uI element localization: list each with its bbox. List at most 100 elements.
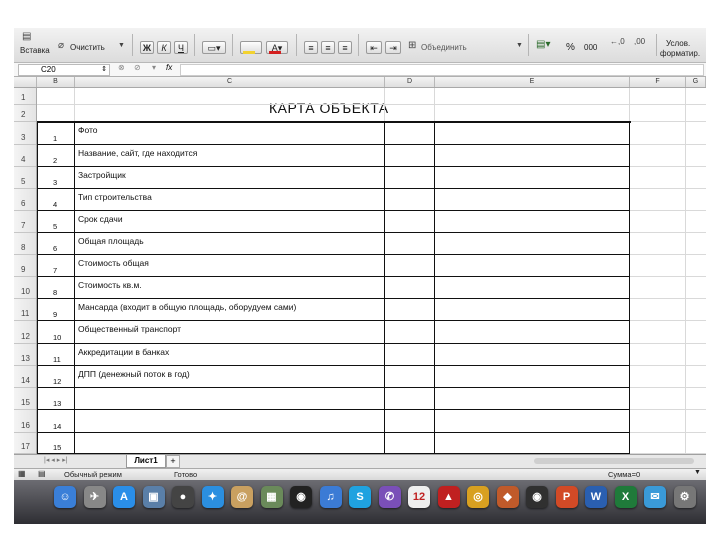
chrome-icon[interactable]: ◎ — [467, 486, 489, 508]
row-header[interactable]: 10 — [14, 277, 36, 299]
borders-button[interactable]: ▭▾ — [202, 41, 226, 54]
page-layout-icon[interactable]: ▤ — [38, 469, 46, 478]
row-header[interactable]: 16 — [14, 410, 36, 433]
indent-increase-button[interactable]: ⇥ — [385, 41, 401, 54]
flashlight-icon[interactable]: ▲ — [437, 486, 460, 508]
row-header[interactable]: 5 — [14, 167, 36, 189]
decrease-decimal-icon[interactable]: ,00 — [634, 36, 645, 48]
align-right-button[interactable]: ≡ — [338, 41, 352, 54]
powerpoint-icon[interactable]: P — [555, 486, 578, 508]
item-label-cell[interactable]: Общая площадь — [78, 236, 144, 246]
eraser-icon[interactable]: ⌀ — [58, 40, 64, 52]
item-number-cell[interactable]: 15 — [53, 443, 61, 452]
align-left-button[interactable]: ≡ — [304, 41, 318, 54]
calendar-icon[interactable]: 12 — [408, 486, 430, 508]
merge-button[interactable]: Объединить — [421, 43, 467, 52]
preview-icon[interactable]: ▣ — [142, 486, 165, 508]
item-label-cell[interactable]: Стоимость кв.м. — [78, 280, 142, 290]
item-number-cell[interactable]: 1 — [53, 134, 57, 143]
itunes-icon[interactable]: ♫ — [319, 486, 342, 508]
item-number-cell[interactable]: 14 — [53, 422, 61, 431]
bold-button[interactable]: Ж — [140, 41, 154, 54]
row-header[interactable]: 11 — [14, 299, 36, 321]
item-number-cell[interactable]: 11 — [53, 355, 61, 364]
row-header[interactable]: 17 — [14, 433, 36, 454]
row-header[interactable]: 4 — [14, 145, 36, 167]
fx-button[interactable]: fx — [166, 63, 172, 72]
facetime-icon[interactable]: ● — [172, 486, 194, 508]
row-header[interactable]: 1 — [14, 88, 36, 105]
appstore-icon[interactable]: A — [113, 486, 135, 508]
skype-icon[interactable]: S — [349, 486, 371, 508]
item-number-cell[interactable]: 7 — [53, 266, 57, 275]
column-header[interactable]: C — [75, 77, 385, 87]
normal-view-icon[interactable]: ▦ — [18, 469, 26, 478]
conditional-format-label-1[interactable]: Услов. — [666, 39, 690, 48]
row-header[interactable]: 14 — [14, 366, 36, 388]
row-header[interactable]: 12 — [14, 321, 36, 344]
paste-icon[interactable]: ▤ — [22, 31, 31, 43]
row-header[interactable]: 7 — [14, 211, 36, 233]
item-label-cell[interactable]: ДПП (денежный поток в год) — [78, 369, 190, 379]
item-label-cell[interactable]: Срок сдачи — [78, 214, 123, 224]
row-header[interactable]: 8 — [14, 233, 36, 255]
item-number-cell[interactable]: 12 — [53, 377, 61, 386]
horizontal-scrollbar[interactable] — [534, 458, 694, 464]
add-sheet-button[interactable]: + — [166, 455, 180, 468]
tab-sheet1[interactable]: Лист1 — [126, 455, 166, 468]
confirm-icon[interactable]: ⊘ — [134, 63, 141, 72]
chevron-down-icon[interactable]: ▼ — [516, 40, 523, 52]
number-format-icon[interactable]: ▤▾ — [536, 39, 550, 51]
row-header[interactable]: 9 — [14, 255, 36, 277]
item-label-cell[interactable]: Аккредитации в банках — [78, 347, 169, 357]
row-header[interactable]: 15 — [14, 388, 36, 410]
steam-icon[interactable]: ◉ — [290, 486, 312, 508]
underline-button[interactable]: Ч — [174, 41, 188, 54]
item-label-cell[interactable]: Стоимость общая — [78, 258, 149, 268]
indent-decrease-button[interactable]: ⇤ — [366, 41, 382, 54]
launchpad-icon[interactable]: ✈ — [83, 486, 106, 508]
merge-icon[interactable]: ⊞ — [408, 40, 416, 52]
increase-decimal-icon[interactable]: ←,0 — [610, 36, 625, 48]
item-label-cell[interactable]: Фото — [78, 125, 98, 135]
contacts-icon[interactable]: @ — [231, 486, 253, 508]
word-icon[interactable]: W — [585, 486, 607, 508]
excel-icon[interactable]: X — [614, 486, 637, 508]
clear-button[interactable]: Очистить — [70, 43, 105, 52]
item-number-cell[interactable]: 13 — [53, 399, 61, 408]
column-header[interactable]: F — [630, 77, 686, 87]
conditional-format-label-2[interactable]: форматир. — [660, 49, 700, 58]
select-all-corner[interactable] — [14, 77, 37, 87]
chevron-down-icon[interactable]: ▼ — [694, 469, 701, 476]
viber-icon[interactable]: ✆ — [378, 486, 401, 508]
photos-icon[interactable]: ◆ — [496, 486, 519, 508]
thousands-button[interactable]: 000 — [584, 43, 597, 52]
item-label-cell[interactable]: Общественный транспорт — [78, 324, 181, 334]
column-header[interactable]: E — [435, 77, 630, 87]
safari-icon[interactable]: ✦ — [201, 486, 224, 508]
item-number-cell[interactable]: 4 — [53, 200, 57, 209]
row-header[interactable]: 13 — [14, 344, 36, 366]
row-header[interactable]: 3 — [14, 122, 36, 145]
item-number-cell[interactable]: 3 — [53, 178, 57, 187]
row-header[interactable]: 6 — [14, 189, 36, 211]
mail-icon[interactable]: ✉ — [644, 486, 666, 508]
spreadsheet-grid[interactable]: КАРТА ОБЪЕКТА 1 2 3 4 5 6 7 8 9 10 11 12 13 14 15 Фото Н… — [37, 88, 706, 454]
column-header[interactable]: B — [37, 77, 75, 87]
item-label-cell[interactable]: Тип строительства — [78, 192, 152, 202]
item-number-cell[interactable]: 6 — [53, 244, 57, 253]
align-center-button[interactable]: ≡ — [321, 41, 335, 54]
column-header[interactable]: G — [686, 77, 706, 87]
item-label-cell[interactable]: Мансарда (входит в общую площадь, оборуд… — [78, 302, 296, 312]
paste-label[interactable]: Вставка — [20, 46, 50, 55]
tab-navigation-icon[interactable]: |◂ ◂ ▸ ▸| — [44, 456, 68, 464]
percent-button[interactable]: % — [566, 42, 575, 53]
name-box[interactable]: C20 ⇕ — [18, 64, 110, 76]
item-number-cell[interactable]: 10 — [53, 333, 61, 342]
function-dropdown-icon[interactable]: ▾ — [152, 63, 156, 72]
system-prefs-icon[interactable]: ⚙ — [673, 486, 696, 508]
item-number-cell[interactable]: 9 — [53, 310, 57, 319]
formula-input[interactable] — [180, 64, 704, 76]
item-number-cell[interactable]: 5 — [53, 222, 57, 231]
calendar-mini-icon[interactable]: ▦ — [260, 486, 283, 508]
